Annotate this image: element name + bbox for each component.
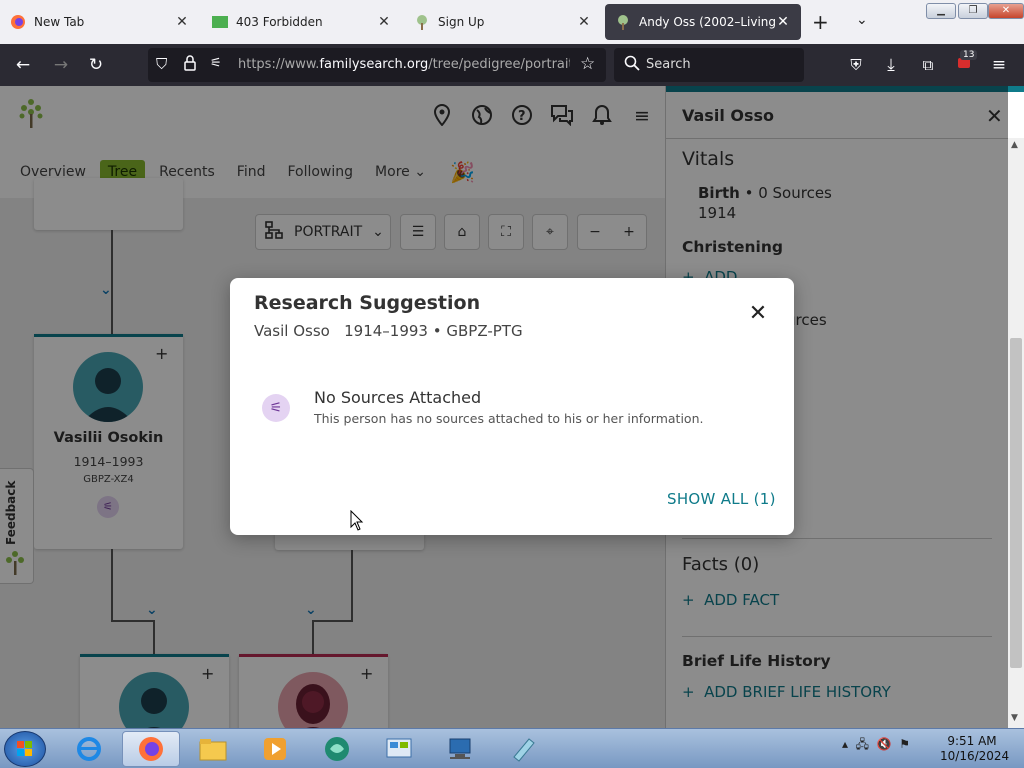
scroll-up-icon[interactable]: ▲ xyxy=(1011,140,1018,150)
panel-scrollbar[interactable]: ▲ ▼ xyxy=(1008,138,1024,728)
clock-date: 10/16/2024 xyxy=(940,749,1010,763)
tab-title: Andy Oss (2002–Living) • S xyxy=(639,15,775,29)
familysearch-tree-icon xyxy=(615,14,631,30)
media-player-icon[interactable] xyxy=(246,731,304,767)
tab-title: 403 Forbidden xyxy=(236,15,323,29)
url-prefix: https://www. xyxy=(238,57,320,72)
close-window-button[interactable]: ✕ xyxy=(988,3,1024,19)
tab-list-chevron-icon[interactable]: ⌄ xyxy=(856,12,868,28)
maximize-window-button[interactable]: ❐ xyxy=(958,3,988,19)
new-tab-icon[interactable]: + xyxy=(812,10,829,34)
control-panel-icon[interactable] xyxy=(370,731,428,767)
file-explorer-icon[interactable] xyxy=(184,731,242,767)
downloads-icon[interactable]: ⤓ xyxy=(880,54,902,76)
page-favicon-icon xyxy=(212,14,228,30)
extension-badge: 13 xyxy=(960,50,978,60)
pocket-icon[interactable]: ⛨ xyxy=(845,54,867,76)
scrollbar-thumb[interactable] xyxy=(1010,338,1022,668)
familysearch-tree-icon xyxy=(414,14,430,30)
tab-403-forbidden[interactable]: 403 Forbidden ✕ xyxy=(202,4,402,40)
notepad-icon[interactable] xyxy=(494,731,552,767)
dialog-title: Research Suggestion xyxy=(254,292,481,314)
app-icon[interactable] xyxy=(308,731,366,767)
menu-hamburger-icon[interactable]: ≡ xyxy=(988,54,1010,76)
url-domain: familysearch.org xyxy=(319,57,429,72)
suggestion-description: This person has no sources attached to h… xyxy=(314,411,704,426)
url-text[interactable]: https://www.familysearch.org/tree/pedigr… xyxy=(238,57,570,72)
close-tab-icon[interactable]: ✕ xyxy=(174,14,190,30)
research-suggestion-dialog: Research Suggestion Vasil Osso 1914–1993… xyxy=(230,278,794,535)
show-all-button[interactable]: SHOW ALL (1) xyxy=(667,490,776,508)
tab-sign-up[interactable]: Sign Up ✕ xyxy=(404,4,602,40)
volume-muted-icon[interactable]: 🔇 xyxy=(877,737,892,751)
close-tab-icon[interactable]: ✕ xyxy=(576,14,592,30)
clock-time: 9:51 AM xyxy=(947,734,997,748)
mouse-cursor-icon xyxy=(350,509,364,536)
lock-icon[interactable] xyxy=(184,55,196,75)
windows-taskbar: ▴ 🖧 🔇 ⚑ 9:51 AM 10/16/2024 xyxy=(0,728,1024,768)
research-suggestion-icon: ⚟ xyxy=(262,394,290,422)
network-computer-icon[interactable] xyxy=(432,731,490,767)
tab-andy-oss[interactable]: Andy Oss (2002–Living) • S ✕ xyxy=(605,4,801,40)
suggestion-title[interactable]: No Sources Attached xyxy=(314,388,481,407)
close-tab-icon[interactable]: ✕ xyxy=(376,14,392,30)
close-dialog-icon[interactable]: ✕ xyxy=(744,300,772,328)
browser-nav-bar: ← → ↻ ⛉ ⚟ https://www.familysearch.org/t… xyxy=(0,44,1024,86)
url-bar[interactable]: ⛉ ⚟ https://www.familysearch.org/tree/pe… xyxy=(148,48,606,82)
search-icon xyxy=(624,55,640,75)
back-arrow-icon[interactable]: ← xyxy=(12,54,34,76)
forward-arrow-icon[interactable]: → xyxy=(50,54,72,76)
clock[interactable]: 9:51 AM 10/16/2024 xyxy=(940,734,1010,764)
close-tab-icon[interactable]: ✕ xyxy=(775,14,791,30)
search-bar[interactable]: Search xyxy=(614,48,804,82)
bookmark-star-icon[interactable]: ☆ xyxy=(580,54,595,74)
permissions-icon[interactable]: ⚟ xyxy=(210,56,222,71)
reload-icon[interactable]: ↻ xyxy=(85,54,107,76)
minimize-window-button[interactable]: ▁ xyxy=(926,3,956,19)
browser-tab-bar: New Tab ✕ 403 Forbidden ✕ Sign Up ✕ Andy… xyxy=(0,0,1024,44)
firefox-taskbar-icon[interactable] xyxy=(122,731,180,767)
dialog-subtitle: Vasil Osso 1914–1993 • GBPZ-PTG xyxy=(254,322,523,340)
tab-title: New Tab xyxy=(34,15,85,29)
network-tray-icon[interactable]: 🖧 xyxy=(856,737,869,751)
windows-start-icon[interactable] xyxy=(4,731,46,767)
firefox-icon xyxy=(10,14,26,30)
tab-title: Sign Up xyxy=(438,15,485,29)
internet-explorer-icon[interactable] xyxy=(60,731,118,767)
flag-icon[interactable]: ⚑ xyxy=(899,737,910,751)
system-tray: ▴ 🖧 🔇 ⚑ xyxy=(842,735,910,756)
url-path: /tree/pedigree/portrait/G xyxy=(428,57,570,72)
shield-icon[interactable]: ⛉ xyxy=(156,55,167,73)
tab-new-tab[interactable]: New Tab ✕ xyxy=(0,4,200,40)
tray-expand-icon[interactable]: ▴ xyxy=(842,737,848,751)
scroll-down-icon[interactable]: ▼ xyxy=(1011,713,1018,723)
extensions-icon[interactable]: ⧉ xyxy=(917,54,939,76)
search-placeholder: Search xyxy=(646,57,691,72)
